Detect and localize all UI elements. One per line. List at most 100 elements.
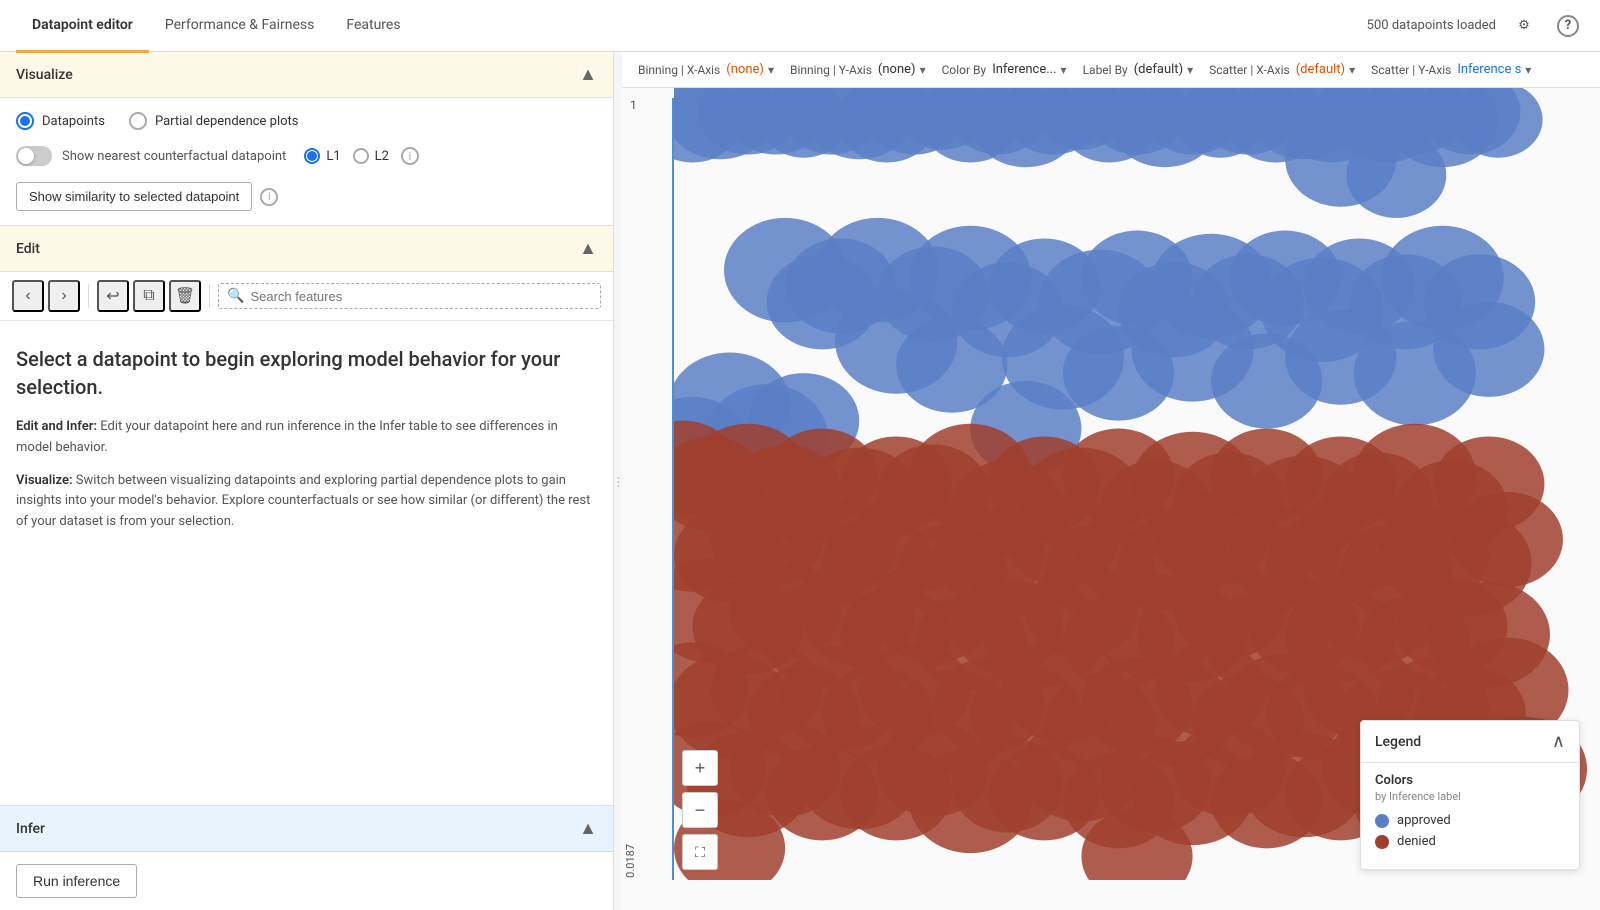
chart-container[interactable]: 1 0.0187 + − ⛶	[622, 88, 1600, 910]
l-info-icon[interactable]: i	[401, 147, 419, 165]
label-by-label: Label By	[1083, 63, 1128, 77]
back-button[interactable]: ‹	[12, 280, 44, 312]
counterfactual-toggle[interactable]	[16, 146, 52, 166]
toggle-row: Show nearest counterfactual datapoint L1…	[0, 138, 613, 174]
binning-x-select[interactable]: (none) ▾	[726, 62, 774, 77]
zoom-out-button[interactable]: −	[682, 792, 718, 828]
edit-section-header[interactable]: Edit ▲	[0, 226, 613, 272]
run-inference-button[interactable]: Run inference	[16, 864, 137, 898]
visualize-label: Visualize:	[16, 473, 73, 488]
infer-section: Infer ▲ Run inference	[0, 805, 613, 910]
l1-radio[interactable]: L1	[304, 148, 340, 164]
zoom-in-button[interactable]: +	[682, 750, 718, 786]
color-by-arrow-icon: ▾	[1061, 63, 1067, 77]
edit-infer-text: Edit your datapoint here and run inferen…	[16, 419, 558, 455]
edit-section-title: Edit	[16, 241, 40, 257]
binning-y-select[interactable]: (none) ▾	[878, 62, 926, 77]
color-by-group: Color By Inference... ▾	[942, 62, 1067, 77]
radio-datapoints[interactable]: Datapoints	[16, 112, 105, 130]
gear-icon: ⚙	[1518, 18, 1530, 33]
binning-x-arrow-icon: ▾	[768, 63, 774, 77]
edit-toolbar: ‹ › ↩ ⧉ 🗑 🔍	[0, 272, 613, 321]
edit-infer-label: Edit and Infer:	[16, 419, 97, 434]
history-button[interactable]: ↩	[97, 280, 129, 312]
edit-main-text: Select a datapoint to begin exploring mo…	[16, 345, 597, 401]
label-by-group: Label By (default) ▾	[1083, 62, 1194, 77]
label-by-select[interactable]: (default) ▾	[1134, 62, 1193, 77]
visualize-text: Switch between visualizing datapoints an…	[16, 473, 590, 530]
approved-label: approved	[1397, 813, 1451, 828]
radio-datapoints-label: Datapoints	[42, 114, 105, 129]
radio-partial-dependence[interactable]: Partial dependence plots	[129, 112, 299, 130]
color-by-label: Color By	[942, 63, 987, 77]
scatter-y-select[interactable]: Inference s ▾	[1457, 62, 1531, 77]
scatter-x-select[interactable]: (default) ▾	[1296, 62, 1355, 77]
legend-collapse-button[interactable]: ∧	[1552, 731, 1565, 752]
l2-radio-circle	[353, 148, 369, 164]
scatter-y-arrow-icon: ▾	[1525, 63, 1531, 77]
binning-x-value: (none)	[726, 62, 764, 77]
tab-datapoint-editor[interactable]: Datapoint editor	[16, 1, 149, 53]
label-by-value: (default)	[1134, 62, 1183, 77]
denied-color-dot	[1375, 835, 1389, 849]
binning-y-arrow-icon: ▾	[920, 63, 926, 77]
forward-button[interactable]: ›	[48, 280, 80, 312]
binning-x-label: Binning | X-Axis	[638, 63, 720, 77]
infer-section-header[interactable]: Infer ▲	[0, 806, 613, 852]
legend-item-approved: approved	[1375, 813, 1565, 828]
infer-section-title: Infer	[16, 821, 45, 837]
radio-row: Datapoints Partial dependence plots	[0, 98, 613, 138]
l2-radio[interactable]: L2	[353, 148, 389, 164]
visualize-section-title: Visualize	[16, 67, 73, 83]
history-icon: ↩	[106, 286, 119, 306]
legend-title: Legend	[1375, 734, 1421, 750]
help-button[interactable]: ?	[1552, 10, 1584, 42]
search-icon: 🔍	[227, 288, 244, 304]
scatter-y-value: Inference s	[1457, 62, 1521, 77]
scatter-x-label: Scatter | X-Axis	[1209, 63, 1290, 77]
infer-chevron-icon: ▲	[579, 818, 597, 839]
toggle-knob	[18, 148, 34, 164]
settings-button[interactable]: ⚙	[1508, 10, 1540, 42]
visualize-chevron-icon: ▲	[579, 64, 597, 85]
label-by-arrow-icon: ▾	[1187, 63, 1193, 77]
binning-y-group: Binning | Y-Axis (none) ▾	[790, 62, 926, 77]
y-axis-top-label: 1	[630, 98, 637, 112]
plus-icon: +	[695, 758, 706, 779]
search-input[interactable]	[250, 289, 592, 304]
radio-partial-dependence-circle	[129, 112, 147, 130]
edit-section: Edit ▲ ‹ › ↩ ⧉ 🗑	[0, 225, 613, 805]
similarity-button[interactable]: Show similarity to selected datapoint	[16, 182, 252, 211]
datapoints-loaded-label: 500 datapoints loaded	[1367, 18, 1496, 33]
tab-performance-fairness[interactable]: Performance & Fairness	[149, 1, 331, 53]
visualize-section-header[interactable]: Visualize ▲	[0, 52, 613, 98]
chart-toolbar: Binning | X-Axis (none) ▾ Binning | Y-Ax…	[622, 52, 1600, 88]
resize-handle[interactable]: · · ·	[614, 52, 622, 910]
edit-infer-description: Edit and Infer: Edit your datapoint here…	[16, 417, 597, 459]
tab-features[interactable]: Features	[330, 1, 416, 53]
radio-datapoints-circle	[16, 112, 34, 130]
radio-partial-dependence-label: Partial dependence plots	[155, 114, 299, 129]
visualize-description: Visualize: Switch between visualizing da…	[16, 471, 597, 533]
legend-item-denied: denied	[1375, 834, 1565, 849]
binning-y-value: (none)	[878, 62, 916, 77]
scatter-x-value: (default)	[1296, 62, 1345, 77]
similarity-info-icon[interactable]: i	[260, 188, 278, 206]
delete-button[interactable]: 🗑	[169, 280, 201, 312]
fullscreen-button[interactable]: ⛶	[682, 834, 718, 870]
color-by-value: Inference...	[992, 62, 1056, 77]
legend-body: Colors by Inference label approved denie…	[1361, 763, 1579, 869]
fullscreen-icon: ⛶	[695, 844, 705, 861]
left-panel: Visualize ▲ Datapoints Partial dependenc…	[0, 52, 614, 910]
scatter-x-arrow-icon: ▾	[1349, 63, 1355, 77]
help-icon: ?	[1557, 15, 1579, 37]
color-by-select[interactable]: Inference... ▾	[992, 62, 1066, 77]
delete-icon: 🗑	[175, 286, 195, 306]
l-options: L1 L2 i	[304, 147, 419, 165]
search-box[interactable]: 🔍	[218, 283, 601, 309]
legend-panel: Legend ∧ Colors by Inference label appro…	[1360, 720, 1580, 870]
legend-colors-title: Colors	[1375, 773, 1565, 788]
copy-button[interactable]: ⧉	[133, 280, 165, 312]
binning-x-group: Binning | X-Axis (none) ▾	[638, 62, 774, 77]
toolbar-divider-2	[209, 284, 210, 308]
